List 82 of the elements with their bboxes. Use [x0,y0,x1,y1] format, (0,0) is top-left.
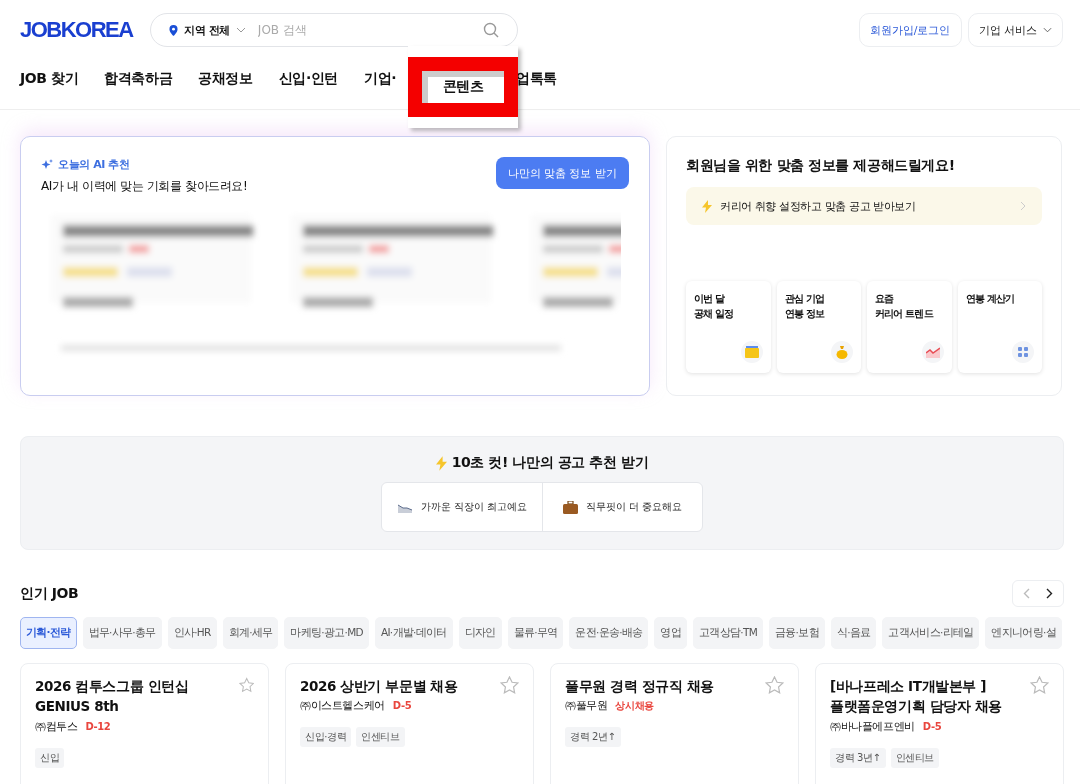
recommend-option-button[interactable]: 가까운 직장이 최고예요 [382,483,542,531]
category-chip[interactable]: 법무·사무·총무 [82,617,162,649]
chevron-down-icon [235,27,246,33]
category-chip[interactable]: 인사·HR [167,617,217,649]
login-button[interactable]: 회원가입/로그인 [858,13,962,47]
logo[interactable]: JOBKOREA [20,17,132,43]
region-selector[interactable]: 지역 전체 [184,22,230,38]
deadline-label: D-5 [922,720,942,732]
tile-label: 요즘 커리어 트렌드 [875,292,935,321]
job-title: 2026 상반기 부문별 채용 [300,677,458,696]
deadline-label: 상시채용 [615,698,654,713]
money-bag-icon [836,345,848,359]
tile-label: 연봉 계산기 [965,292,1016,306]
nav-tab[interactable]: 합격축하금 [104,69,173,88]
shortcut-tile[interactable]: 관심 기업 연봉 정보 [776,281,861,373]
category-chip[interactable]: 엔지니어링·설 [985,617,1062,649]
category-chip[interactable]: 물류·무역 [507,617,564,649]
job-card[interactable]: [바나프레소 IT개발본부 ] 플랫폼운영기획 담당자 채용 ㈜바나플에프엔비 D-5 경력 3년↑ 인센티브 [815,663,1064,784]
sparkle-icon [41,158,53,171]
nav-tab[interactable]: 신입·인턴 [278,69,338,88]
nav-tab[interactable]: JOB 찾기 [20,69,79,88]
briefcase-icon [562,500,578,514]
nav-tab[interactable]: 기업· [364,69,397,88]
job-tag: 경력 2년↑ [565,727,621,748]
custom-info-button[interactable]: 나만의 맞춤 정보 받기 [495,157,629,189]
ai-tag: 오늘의 AI 추천 [58,157,130,172]
category-chip[interactable]: 영업 [654,617,688,649]
job-title: 2026 컴투스그룹 인턴십 GENIUS 8th [35,677,190,717]
job-tag: 인센티브 [890,747,939,768]
nav-tab[interactable]: 콘텐츠 [408,56,519,117]
job-tag: 인센티브 [356,727,405,748]
job-card[interactable]: 풀무원 경력 정규직 채용 ㈜풀무원 상시채용 경력 2년↑ [550,663,799,784]
job-title: [바나프레소 IT개발본부 ] 플랫폼운영기획 담당자 채용 [830,677,1002,717]
job-title: 풀무원 경력 정규직 채용 [565,677,714,696]
calculator-icon [1017,346,1029,358]
lightning-icon [702,199,712,213]
tile-label: 관심 기업 연봉 정보 [784,292,826,321]
star-icon[interactable] [238,676,254,694]
star-icon[interactable] [765,676,784,694]
job-card[interactable]: 2026 컴투스그룹 인턴십 GENIUS 8th ㈜컴투스 D-12 신입 [20,663,269,784]
star-icon[interactable] [500,676,519,694]
job-tag: 신입 [35,747,65,768]
shortcut-tile[interactable]: 요즘 커리어 트렌드 [867,281,952,373]
category-chip[interactable]: 금융·보험 [769,617,825,649]
chevron-right-icon [1020,201,1026,211]
panel-title: 10초 컷! 나만의 공고 추천 받기 [451,454,649,472]
recommend-option-button[interactable]: 직무핏이 더 중요해요 [542,483,702,531]
folder-icon [744,346,759,358]
ai-subtitle: AI가 내 이력에 맞는 기회를 찾아드려요! [41,178,248,195]
deadline-label: D-5 [392,700,412,712]
category-chip[interactable]: 기획·전략 [20,617,77,649]
business-service-button[interactable]: 기업 서비스 [967,13,1063,47]
company-name: ㈜바나플에프엔비 [830,718,915,734]
chevron-down-icon [1043,27,1052,33]
tile-label: 이번 달 공채 일정 [694,292,735,321]
category-chip[interactable]: 고객서비스·리테일 [882,617,980,649]
company-name: ㈜이스트헬스케어 [300,698,385,714]
shortcut-tile[interactable]: 연봉 계산기 [957,281,1042,373]
career-preference-banner[interactable]: 커리어 취향 설정하고 맞춤 공고 받아보기 [686,187,1042,225]
chart-icon [925,346,940,358]
category-chip[interactable]: 고객상담·TM [693,617,763,649]
job-tag: 신입·경력 [300,727,352,748]
location-pin-icon [169,24,178,36]
job-tag: 경력 3년↑ [830,747,886,768]
search-icon[interactable] [483,22,499,38]
section-title: 인기 JOB [20,584,79,603]
card-title: 회원님을 위한 맞춤 정보를 제공해드릴게요! [686,157,956,175]
deadline-label: D-12 [85,720,111,732]
job-card[interactable]: 2026 상반기 부문별 채용 ㈜이스트헬스케어 D-5 신입·경력 인센티브 [285,663,534,784]
company-name: ㈜풀무원 [565,698,608,714]
category-chip[interactable]: 디자인 [458,617,502,649]
lightning-icon [435,455,447,471]
category-chip[interactable]: 회계·세무 [222,617,279,649]
shortcut-tile[interactable]: 이번 달 공채 일정 [686,281,771,373]
nav-tab[interactable]: 공채정보 [198,69,253,88]
category-chip[interactable]: AI·개발·데이터 [375,617,453,649]
category-chip[interactable]: 마케팅·광고·MD [284,617,369,649]
category-chip[interactable]: 운전·운송·배송 [569,617,649,649]
company-name: ㈜컴투스 [35,718,78,734]
category-chip[interactable]: 식·음료 [830,617,877,649]
nav-tab[interactable]: 업톡톡 [516,69,557,88]
star-icon[interactable] [1030,676,1049,694]
